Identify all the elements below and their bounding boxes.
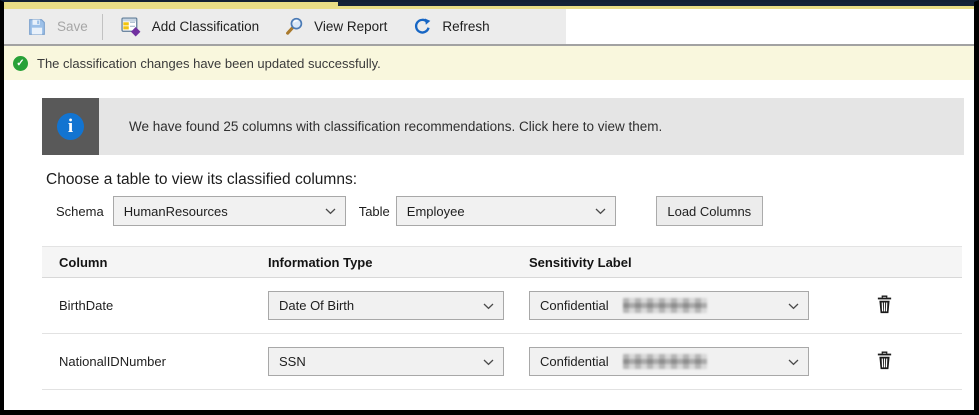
view-report-button[interactable]: View Report [271,12,399,42]
column-name: BirthDate [59,298,268,313]
chevron-down-icon [595,202,606,220]
table-dropdown[interactable]: Employee [396,196,616,226]
table-picker-row: Schema HumanResources Table Employee Loa… [56,196,974,226]
toolbar-separator [102,14,103,40]
schema-dropdown[interactable]: HumanResources [113,196,346,226]
add-classification-label: Add Classification [152,19,259,34]
redacted-text-blur [623,298,707,313]
status-message-bar: ✓ The classification changes have been u… [4,46,974,80]
chevron-down-icon [483,353,494,371]
redacted-text-blur [623,354,707,369]
sensitivity-label-header: Sensitivity Label [529,255,819,270]
window-top-strip [4,2,974,9]
classified-columns-table: Column Information Type Sensitivity Labe… [42,246,962,390]
recommendations-banner[interactable]: i We have found 25 columns with classifi… [42,98,964,155]
toolbar: Save Add Classification [4,9,566,44]
status-message: The classification changes have been upd… [37,56,381,71]
information-type-value: SSN [279,354,306,369]
picker-heading: Choose a table to view its classified co… [46,171,974,189]
column-header: Column [59,255,268,270]
recommendations-message: We have found 25 columns with classifica… [129,119,662,134]
add-classification-icon [121,17,143,37]
magnifier-icon [283,17,305,37]
table-row: NationalIDNumber SSN Confidential [42,334,962,390]
information-type-dropdown[interactable]: Date Of Birth [268,291,504,320]
chevron-down-icon [325,202,336,220]
table-row: BirthDate Date Of Birth Confidential [42,278,962,334]
top-strip-navy-segment [338,2,974,6]
trash-icon [876,302,893,317]
chevron-down-icon [483,297,494,315]
sensitivity-label-dropdown[interactable]: Confidential [529,347,809,376]
save-icon [26,17,48,37]
info-icon-box: i [42,98,99,155]
schema-label: Schema [56,204,104,219]
table-label: Table [359,204,390,219]
column-name: NationalIDNumber [59,354,268,369]
view-report-label: View Report [314,19,387,34]
information-type-value: Date Of Birth [279,298,354,313]
chevron-down-icon [788,297,799,315]
save-button[interactable]: Save [14,12,100,42]
delete-classification-button[interactable] [874,349,895,372]
refresh-label: Refresh [442,19,489,34]
schema-dropdown-value: HumanResources [124,204,228,219]
recommendations-banner-body[interactable]: We have found 25 columns with classifica… [99,98,964,155]
trash-icon [876,358,893,373]
add-classification-button[interactable]: Add Classification [109,12,271,42]
toolbar-row: Save Add Classification [4,9,974,44]
table-dropdown-value: Employee [407,204,465,219]
info-icon: i [57,113,84,140]
sensitivity-label-value: Confidential [540,354,609,369]
success-check-icon: ✓ [13,56,28,71]
refresh-button[interactable]: Refresh [399,12,501,42]
information-type-header: Information Type [268,255,529,270]
load-columns-button[interactable]: Load Columns [656,196,763,226]
sensitivity-label-dropdown[interactable]: Confidential [529,291,809,320]
information-type-dropdown[interactable]: SSN [268,347,504,376]
save-label: Save [57,19,88,34]
sensitivity-label-value: Confidential [540,298,609,313]
chevron-down-icon [788,353,799,371]
data-classification-window: Save Add Classification [0,0,979,415]
refresh-icon [411,17,433,37]
delete-classification-button[interactable] [874,293,895,316]
table-header-row: Column Information Type Sensitivity Labe… [42,246,962,278]
